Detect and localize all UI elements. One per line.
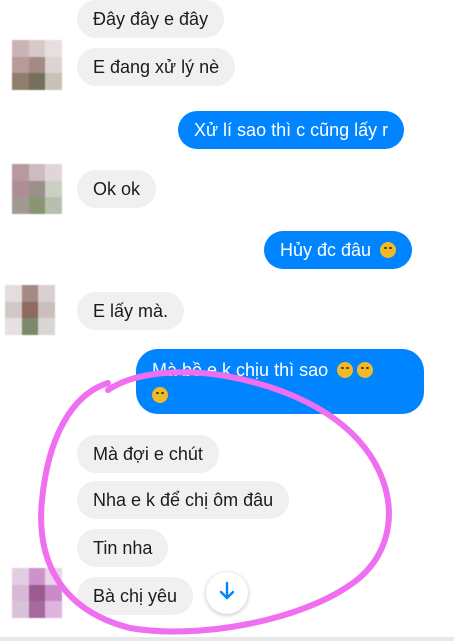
message-incoming[interactable]: E lấy mà.	[77, 292, 185, 330]
message-text: E lấy mà.	[93, 301, 169, 321]
chat-thread: Đây đây e đây E đang xử lý nè Xử lí sao …	[0, 0, 454, 641]
message-incoming[interactable]: Bà chị yêu	[77, 577, 194, 615]
message-incoming[interactable]: Tin nha	[77, 529, 169, 567]
message-text: Mà bồ e k chịu thì sao	[152, 360, 329, 380]
highlight-circle-annotation	[38, 369, 392, 635]
message-text: Ok ok	[93, 179, 141, 199]
arrow-down-icon	[218, 581, 236, 606]
message-text: Xử lí sao thì c cũng lấy r	[194, 120, 389, 140]
message-text: E đang xử lý nè	[93, 57, 220, 77]
bottom-divider	[0, 637, 454, 641]
message-text: Nha e k để chị ôm đâu	[93, 490, 274, 510]
sad-face-icon	[337, 362, 354, 378]
message-outgoing[interactable]: Hủy đc đâu	[264, 231, 413, 269]
scroll-to-bottom-button[interactable]	[206, 572, 248, 614]
sad-face-icon	[152, 387, 168, 403]
message-incoming[interactable]: Ok ok	[77, 170, 157, 208]
avatar[interactable]	[12, 164, 62, 214]
avatar[interactable]	[5, 285, 55, 335]
message-text: Hủy đc đâu	[280, 240, 372, 260]
message-incoming[interactable]: Đây đây e đây	[77, 0, 225, 38]
message-incoming[interactable]: Mà đợi e chút	[77, 435, 219, 473]
message-incoming[interactable]: E đang xử lý nè	[77, 48, 236, 86]
message-outgoing[interactable]: Mà bồ e k chịu thì sao	[136, 349, 424, 414]
message-text: Mà đợi e chút	[93, 444, 203, 464]
avatar[interactable]	[12, 40, 62, 90]
message-outgoing[interactable]: Xử lí sao thì c cũng lấy r	[178, 111, 405, 149]
message-text: Tin nha	[93, 538, 153, 558]
message-text: Đây đây e đây	[93, 9, 209, 29]
disappointed-face-icon	[380, 242, 397, 258]
message-text: Bà chị yêu	[93, 586, 178, 606]
avatar[interactable]	[12, 568, 62, 618]
message-incoming[interactable]: Nha e k để chị ôm đâu	[77, 481, 290, 519]
sad-face-icon	[357, 362, 374, 378]
